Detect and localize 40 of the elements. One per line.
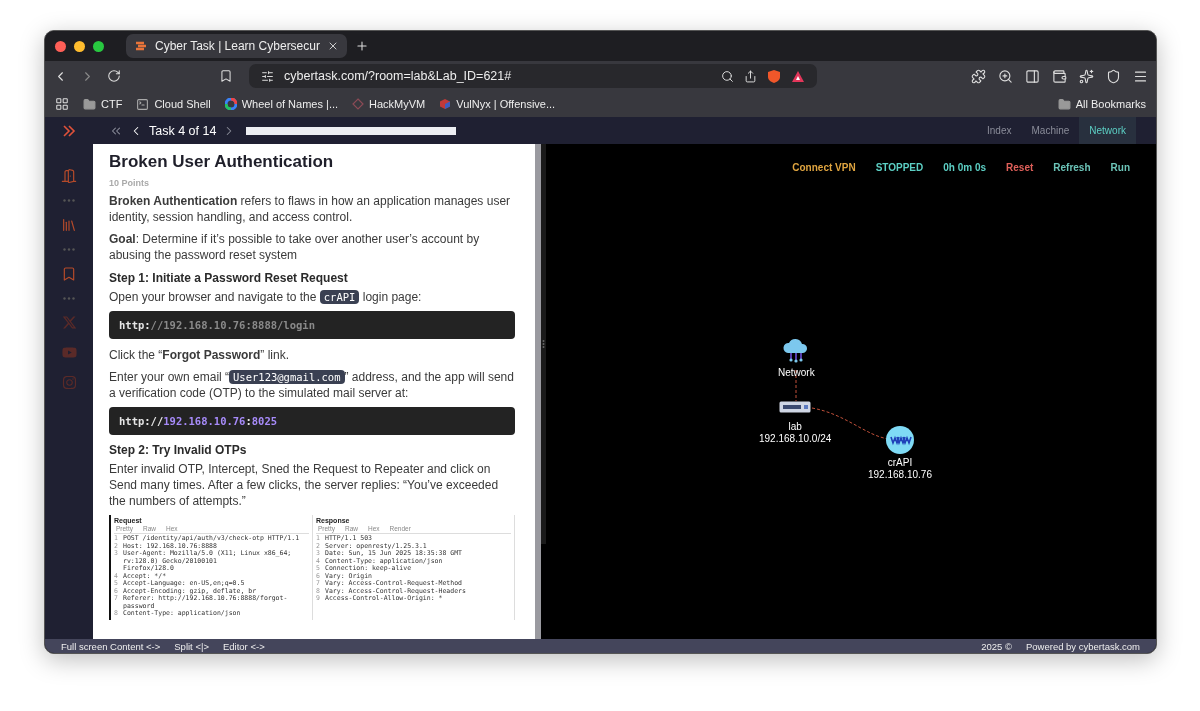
code-block: http://192.168.10.76:8888/login: [109, 311, 515, 339]
node-label: Network: [778, 367, 815, 379]
paragraph: Goal: Determine if it’s possible to take over another user’s account by abusing the password reset system: [109, 231, 481, 263]
task-counter: Task 4 of 14: [149, 123, 217, 138]
code-block: http://192.168.10.76:8025: [109, 407, 515, 435]
node-label: lab: [788, 421, 802, 433]
bookmark-item[interactable]: Wheel of Names |...: [224, 98, 339, 110]
bookmark-item[interactable]: Cloud Shell: [136, 97, 211, 111]
node-address: 192.168.10.0/24: [759, 433, 832, 445]
control-link[interactable]: Run: [1110, 162, 1130, 173]
step-heading: Step 2: Try Invalid OTPs: [109, 443, 248, 457]
control-link[interactable]: Refresh: [1053, 162, 1091, 173]
view-tab[interactable]: Index: [977, 117, 1022, 144]
step-heading: Step 1: Initiate a Password Reset Request: [109, 271, 349, 285]
bookmark-item[interactable]: All Bookmarks: [1057, 97, 1146, 111]
control-link[interactable]: STOPPED: [875, 162, 924, 173]
bookmark-item[interactable]: HackMyVM: [352, 98, 426, 110]
control-link[interactable]: 0h 0m 0s: [943, 162, 987, 173]
view-tab[interactable]: Machine: [1021, 117, 1080, 144]
address-bar[interactable]: cybertask.com/?room=lab&Lab_ID=621#: [249, 64, 817, 88]
browser-tab[interactable]: Cyber Task | Learn Cybersecur: [126, 34, 347, 58]
bookmark-item[interactable]: CTF: [83, 97, 123, 111]
view-tab[interactable]: Network: [1079, 117, 1136, 144]
paragraph: Click the “Forgot Password” link.: [109, 347, 291, 363]
paragraph: Broken Authentication refers to flaws in how an application manages user identity, session handling, and access control.: [109, 193, 512, 225]
footer-link[interactable]: Full screen Content <->: [61, 640, 161, 652]
copyright: 2025 ©: [981, 640, 1012, 652]
paragraph: Enter invalid OTP, Intercept, Sned the Request to Repeater and click on Send many times. After a few clicks, the server replies: “You’ve exceeded the numbers of attempts.”: [109, 461, 500, 509]
node-label: crAPI: [887, 457, 913, 469]
bookmark-item[interactable]: VulNyx | Offensive...: [439, 98, 556, 110]
paragraph: Open your browser and navigate to the crAPI login page:: [109, 289, 423, 305]
paragraph: Enter your own email “ User123@gmail.com ” address, and the app will send a verification code (OTP) to the simulated mail server at:: [109, 369, 515, 401]
footer-link[interactable]: Split <|>: [174, 640, 209, 652]
points-label: 10 Points: [109, 178, 150, 188]
control-link[interactable]: Reset: [1006, 162, 1034, 173]
footer-link[interactable]: Editor <->: [222, 640, 265, 652]
node-address: 192.168.10.76: [868, 469, 932, 481]
control-link[interactable]: Connect VPN: [792, 162, 856, 173]
powered-by: Powered by cybertask.com: [1025, 640, 1140, 652]
lesson-title: Broken User Authentication: [109, 152, 335, 172]
